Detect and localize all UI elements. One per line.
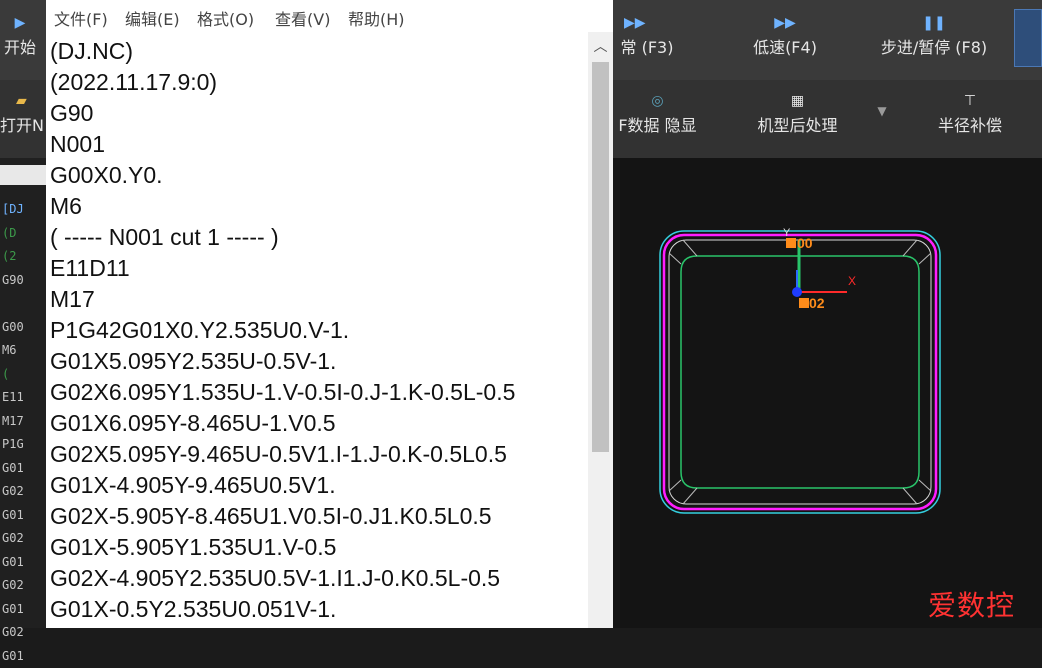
menu-file[interactable]: 文件(F): [54, 6, 108, 30]
left-code-line: (: [2, 363, 48, 387]
toolpath-canvas[interactable]: 00 X Y 02: [613, 158, 1042, 628]
left-code-line: G00: [2, 316, 48, 340]
left-code-line: P1G: [2, 433, 48, 457]
vertical-scrollbar[interactable]: ︿: [588, 32, 613, 628]
code-line: (DJ.NC): [50, 36, 515, 67]
data-toggle-label: F数据 隐显: [618, 116, 696, 135]
left-code-line: M17: [2, 410, 48, 434]
origin-marker: [792, 287, 802, 297]
code-line: G01X-4.905Y-9.465U0.5V1.: [50, 470, 515, 501]
left-code-line: G02: [2, 574, 48, 598]
menu-format[interactable]: 格式(O): [197, 6, 254, 30]
left-code-line: G01: [2, 457, 48, 481]
open-label: 打开N: [0, 116, 44, 135]
end-marker: [799, 298, 809, 308]
left-code-line: G01: [2, 551, 48, 575]
axis-x-label: X: [848, 274, 856, 288]
low-speed-button[interactable]: ▶▶ 低速(F4): [745, 12, 825, 58]
watermark: 爱数控: [928, 584, 1015, 624]
open-file-button[interactable]: ▰ 打开N: [0, 90, 48, 136]
menu-bar: 文件(F) 编辑(E) 格式(O) 查看(V) 帮助(H): [46, 0, 613, 33]
axis-y-label: Y: [783, 227, 791, 239]
code-line: ( ----- N001 cut 1 ----- ): [50, 222, 515, 253]
code-line: G01X5.095Y2.535U-0.5V-1.: [50, 346, 515, 377]
scrollbar-thumb[interactable]: [592, 62, 609, 452]
start-label: 开始: [4, 38, 36, 57]
radius-comp-label: 半径补偿: [938, 116, 1002, 135]
left-panel-tab[interactable]: [0, 165, 48, 185]
normal-speed-button[interactable]: ▶▶ 常 (F3): [612, 12, 682, 58]
left-code-line: E11: [2, 386, 48, 410]
code-line: M17: [50, 284, 515, 315]
left-code-line: G02: [2, 480, 48, 504]
code-line: G90: [50, 98, 515, 129]
scroll-up-icon[interactable]: ︿: [588, 36, 613, 58]
code-line: G02X-4.905Y2.535U0.5V-1.I1.J-0.K0.5L-0.5: [50, 563, 515, 594]
code-line: G01X-0.5Y2.535U0.051V-1.: [50, 594, 515, 625]
text-editor[interactable]: (DJ.NC)(2022.11.17.9:0)G90N001G00X0.Y0.M…: [46, 32, 588, 628]
left-code-line: (2: [2, 245, 48, 269]
postprocess-dropdown[interactable]: ▼: [872, 104, 892, 118]
folder-icon: ▰: [0, 90, 48, 112]
normal-speed-label: 常 (F3): [621, 38, 674, 57]
eye-icon: ◎: [610, 90, 705, 112]
low-speed-label: 低速(F4): [753, 38, 817, 57]
menu-edit[interactable]: 编辑(E): [125, 6, 180, 30]
left-code-line: [2, 292, 48, 316]
code-line: G02X-5.905Y-8.465U1.V0.5I-0.J1.K0.5L0.5: [50, 501, 515, 532]
code-line: G01X6.095Y-8.465U-1.V0.5: [50, 408, 515, 439]
notepad-window[interactable]: 文件(F) 编辑(E) 格式(O) 查看(V) 帮助(H) (DJ.NC)(20…: [46, 0, 613, 628]
chevron-down-icon: ▼: [877, 104, 886, 118]
code-line: (2022.11.17.9:0): [50, 67, 515, 98]
play-icon: ▶: [0, 12, 40, 34]
left-code-line: (D: [2, 222, 48, 246]
left-code-line: [DJ: [2, 198, 48, 222]
code-lines: (DJ.NC)(2022.11.17.9:0)G90N001G00X0.Y0.M…: [50, 36, 515, 625]
start-button[interactable]: ▶ 开始: [0, 12, 40, 58]
tool-icon: ⊤: [928, 90, 1012, 112]
code-line: P1G42G01X0.Y2.535U0.V-1.: [50, 315, 515, 346]
postprocess-label: 机型后处理: [757, 116, 837, 135]
step-pause-label: 步进/暂停 (F8): [881, 38, 987, 57]
menu-help[interactable]: 帮助(H): [348, 6, 405, 30]
code-line: E11D11: [50, 253, 515, 284]
postprocess-button[interactable]: ▦ 机型后处理: [745, 90, 850, 136]
machine-icon: ▦: [745, 90, 850, 112]
toolpath-drawing: 00 X Y 02: [613, 158, 1042, 628]
code-line: M6: [50, 191, 515, 222]
code-line: N001: [50, 129, 515, 160]
left-code-line: G02: [2, 527, 48, 551]
left-code-line: G01: [2, 598, 48, 622]
step-pause-button[interactable]: ❚❚ 步进/暂停 (F8): [866, 12, 1002, 58]
left-code-line: G90: [2, 269, 48, 293]
radius-comp-button[interactable]: ⊤ 半径补偿: [928, 90, 1012, 136]
fast-forward-icon: ▶▶: [745, 12, 825, 34]
menu-view[interactable]: 查看(V): [275, 6, 330, 30]
left-code-line: G01: [2, 504, 48, 528]
code-line: G00X0.Y0.: [50, 160, 515, 191]
left-code-list: [DJ(D(2G90G00M6(E11M17P1GG01G02G01G02G01…: [2, 198, 48, 668]
data-toggle-button[interactable]: ◎ F数据 隐显: [610, 90, 705, 136]
left-code-line: G02: [2, 621, 48, 645]
code-line: G02X5.095Y-9.465U-0.5V1.I-1.J-0.K-0.5L0.…: [50, 439, 515, 470]
left-code-line: M6: [2, 339, 48, 363]
side-panel-button[interactable]: [1014, 9, 1042, 67]
left-code-line: G01: [2, 645, 48, 668]
pause-icon: ❚❚: [866, 12, 1002, 34]
start-label: 00: [797, 235, 813, 251]
fast-forward-icon: ▶▶: [612, 12, 682, 34]
end-label: 02: [809, 295, 825, 311]
start-marker: [786, 238, 796, 248]
code-line: G02X6.095Y1.535U-1.V-0.5I-0.J-1.K-0.5L-0…: [50, 377, 515, 408]
code-line: G01X-5.905Y1.535U1.V-0.5: [50, 532, 515, 563]
